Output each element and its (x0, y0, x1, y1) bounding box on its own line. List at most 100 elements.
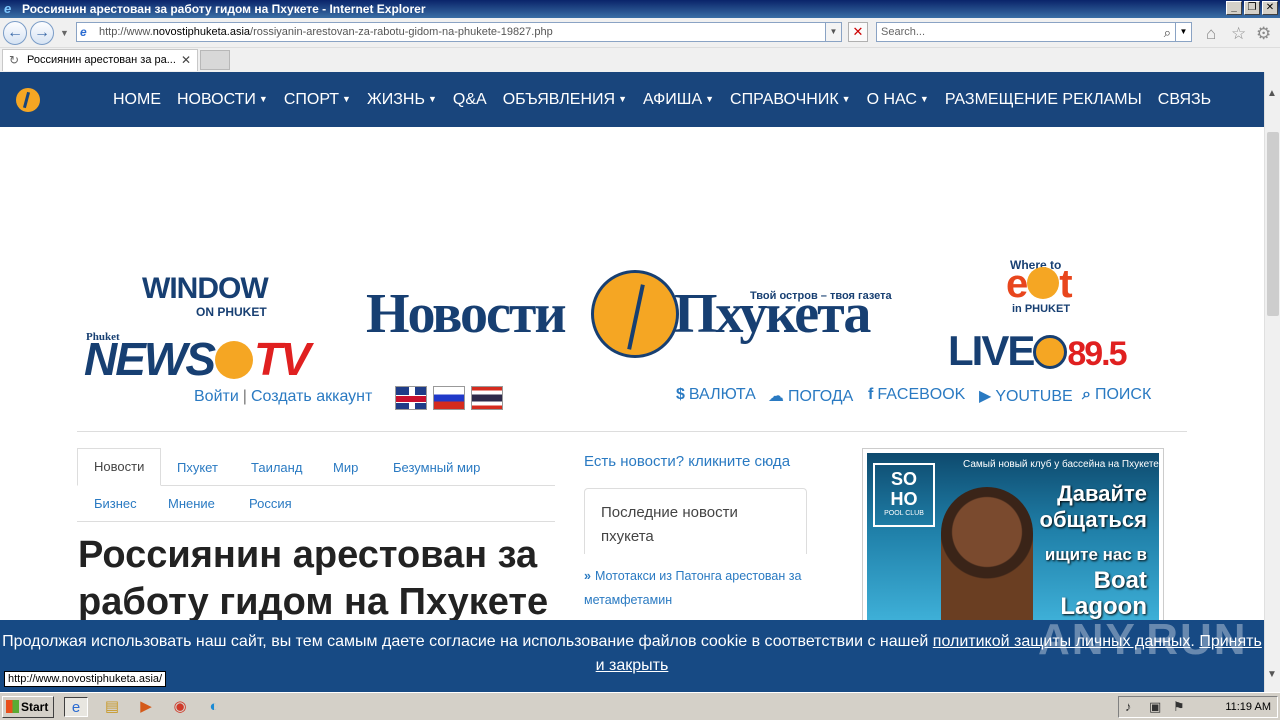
caret-down-icon: ▼ (618, 93, 627, 104)
stop-icon: ✕ (852, 24, 864, 39)
nav-item[interactable]: HOME (113, 91, 161, 109)
close-button[interactable]: ✕ (1262, 1, 1278, 15)
settings-gear-icon[interactable]: ⚙ (1256, 24, 1271, 44)
thai-flag-icon[interactable] (471, 386, 503, 410)
soho-pool-club-ad[interactable]: Самый новый клуб у бассейна на Пхукете S… (862, 448, 1164, 628)
nav-item[interactable]: СПОРТ ▼ (284, 91, 351, 109)
submit-news-link[interactable]: Есть новости? кликните сюда (584, 453, 790, 470)
category-tab[interactable]: Россия (249, 496, 292, 511)
privacy-policy-link[interactable]: политикой защиты личных данных (933, 633, 1191, 650)
nav-item[interactable]: РАЗМЕЩЕНИЕ РЕКЛАМЫ (945, 91, 1142, 109)
youtube-icon: ▶ (979, 388, 992, 405)
search-dropdown-icon[interactable]: ▼ (1175, 23, 1191, 41)
eat-e: e (1006, 262, 1028, 306)
logo-tagline: Твой остров – твоя газета (750, 290, 892, 302)
vertical-scrollbar[interactable]: ▲ ▼ (1264, 72, 1280, 692)
category-tab[interactable]: Бизнес (94, 496, 137, 511)
live-895-logo[interactable]: LIVE 89.5 (948, 330, 1128, 375)
nav-item[interactable]: ЖИЗНЬ ▼ (367, 91, 437, 109)
login-link[interactable]: Войти (194, 388, 239, 405)
browser-toolbar: ← → ▼ e http://www.novostiphuketa.asia/r… (0, 18, 1280, 48)
address-dropdown-icon[interactable]: ▼ (825, 23, 841, 41)
nav-item-label: СПОРТ (283, 90, 340, 108)
utility-link[interactable]: f FACEBOOK (868, 386, 965, 404)
nav-item-label: О НАС (866, 90, 917, 108)
forward-arrow-icon: → (34, 24, 50, 41)
tab-close-icon[interactable]: ✕ (181, 50, 191, 70)
taskbar-ie-icon[interactable]: e (64, 697, 88, 717)
caret-down-icon: ▼ (342, 93, 351, 104)
register-link[interactable]: Создать аккаунт (251, 388, 372, 405)
loading-spinner-icon: ↻ (9, 53, 20, 67)
russian-flag-icon[interactable] (433, 386, 465, 410)
where-to-eat-sub: in PHUKET (1012, 303, 1071, 315)
minimize-button[interactable]: _ (1226, 1, 1242, 15)
taskbar-media-icon[interactable]: ▶ (134, 697, 158, 717)
history-dropdown-icon[interactable]: ▼ (60, 28, 69, 38)
latest-news-item[interactable]: » Мототакси из Патонга арестован за метам… (584, 564, 809, 612)
caret-down-icon: ▼ (258, 93, 268, 104)
taskbar-chrome-icon[interactable]: ◉ (168, 697, 192, 717)
forward-button[interactable]: → (30, 21, 54, 45)
action-center-flag-icon[interactable]: ⚑ (1173, 697, 1185, 717)
address-bar[interactable]: e http://www.novostiphuketa.asia/rossiya… (76, 22, 842, 42)
search-icon[interactable]: ⌕ (1164, 24, 1171, 42)
utility-link[interactable]: ▶ YOUTUBE (979, 386, 1073, 406)
category-tab[interactable]: Пхукет (177, 460, 218, 475)
category-tab[interactable]: Новости (77, 448, 162, 486)
restore-button[interactable]: ❐ (1244, 1, 1260, 15)
taskbar-explorer-icon[interactable]: ▤ (100, 697, 124, 717)
address-path: /rossiyanin-arestovan-za-rabotu-gidom-na… (250, 26, 553, 38)
caret-down-icon: ▼ (841, 93, 851, 104)
novosti-phuketa-logo[interactable]: Новости Пхукета Твой остров – твоя газет… (366, 270, 906, 360)
search-input[interactable]: Search... ⌕ ▼ (876, 22, 1192, 42)
window-on-phuket-logo[interactable]: WINDOW (142, 274, 269, 304)
ad-person-image (941, 487, 1033, 623)
english-flag-icon[interactable] (395, 386, 427, 410)
nav-item[interactable]: СВЯЗЬ (1158, 91, 1211, 109)
browser-tab-active[interactable]: ↻ Россиянин арестован за ра... ✕ (2, 49, 198, 71)
nav-item[interactable]: О НАС ▼ (867, 91, 929, 109)
scroll-thumb[interactable] (1267, 132, 1279, 316)
nav-item[interactable]: НОВОСТИ ▼ (177, 91, 268, 109)
site-logo-icon[interactable] (16, 88, 40, 112)
cookie-dot: . (1190, 633, 1195, 650)
where-to-eat-logo[interactable]: et (1006, 262, 1073, 306)
stop-button[interactable]: ✕ (848, 22, 868, 42)
network-icon[interactable]: ▣ (1149, 697, 1161, 717)
utility-link[interactable]: ☁ ПОГОДА (768, 386, 853, 406)
utility-link-label: FACEBOOK (877, 386, 966, 403)
utility-link[interactable]: $ ВАЛЮТА (676, 386, 756, 404)
taskbar-edge-icon[interactable]: ◐ (202, 697, 226, 717)
nav-item[interactable]: Q&A (453, 91, 487, 109)
utility-link[interactable]: ⌕ ПОИСК (1082, 386, 1151, 404)
ad-line-3: ищите нас в (1044, 545, 1147, 564)
category-tab[interactable]: Таиланд (251, 460, 302, 475)
clock[interactable]: 11:19 AM (1225, 697, 1271, 717)
phuket-news-tv-logo[interactable]: NEWS TV (84, 333, 311, 385)
nav-item[interactable]: ОБЪЯВЛЕНИЯ ▼ (503, 91, 627, 109)
back-arrow-icon: ← (7, 24, 23, 41)
nav-item[interactable]: СПРАВОЧНИК ▼ (730, 91, 851, 109)
scroll-down-icon[interactable]: ▼ (1267, 669, 1277, 680)
window-title-bar: e Россиянин арестован за работу гидом на… (0, 0, 1280, 18)
newstv-news-text: NEWS (84, 333, 216, 385)
category-tab[interactable]: Мнение (168, 496, 215, 511)
ad-line-1: Давайте (1057, 481, 1147, 506)
back-button[interactable]: ← (3, 21, 27, 45)
nav-item-label: НОВОСТИ (177, 90, 256, 108)
category-tab[interactable]: Мир (333, 460, 358, 475)
category-tabs: Новости Пхукет Таиланд Мир Безумный мир Бизне… (77, 448, 555, 522)
scroll-up-icon[interactable]: ▲ (1267, 88, 1277, 99)
newstv-tv-text: TV (254, 333, 311, 385)
nav-item[interactable]: АФИША ▼ (643, 91, 714, 109)
start-button[interactable]: Start (2, 696, 54, 718)
new-tab-button[interactable] (200, 50, 230, 70)
volume-icon[interactable]: ♪ (1125, 697, 1132, 717)
favorites-star-icon[interactable]: ☆ (1231, 24, 1246, 44)
home-icon[interactable]: ⌂ (1206, 24, 1216, 44)
nav-item-label: ОБЪЯВЛЕНИЯ (502, 90, 616, 108)
soho-line-1: SO (890, 469, 917, 489)
cookie-banner: Продолжая использовать наш сайт, вы тем … (0, 620, 1264, 692)
category-tab[interactable]: Безумный мир (393, 460, 480, 475)
